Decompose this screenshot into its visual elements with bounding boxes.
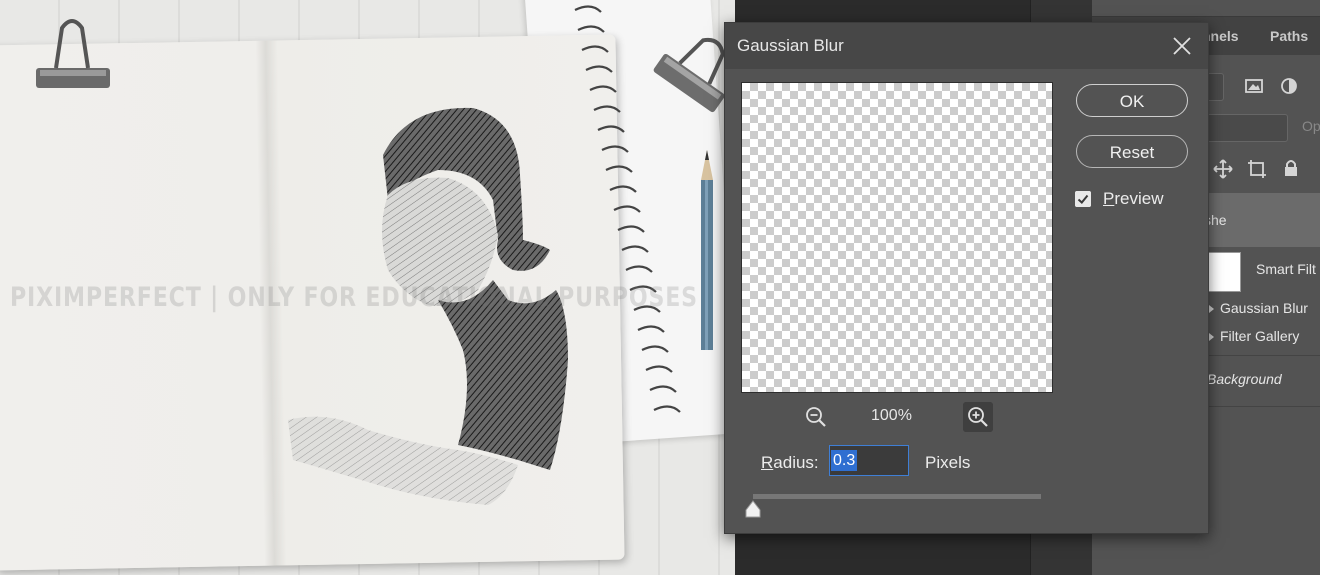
lock-position-icon[interactable] <box>1213 159 1233 179</box>
smart-filter-mask-thumbnail[interactable] <box>1204 252 1241 292</box>
close-icon[interactable] <box>1169 33 1195 59</box>
dialog-title: Gaussian Blur <box>737 36 844 55</box>
radius-value[interactable]: 0.3 <box>833 452 855 470</box>
image-filter-icon[interactable] <box>1244 76 1264 96</box>
filter-item-gaussian-blur[interactable]: Gaussian Blur <box>1220 300 1308 316</box>
dialog-titlebar[interactable]: Gaussian Blur <box>725 23 1208 69</box>
gaussian-blur-dialog: Gaussian Blur OK Reset Preview 100% Radi… <box>724 22 1209 534</box>
radius-mnemonic: R <box>761 453 774 472</box>
radius-slider-track[interactable] <box>753 494 1041 499</box>
pencil <box>701 150 713 350</box>
watermark-text: PIXIMPERFECT | ONLY FOR EDUCATIONAL PURP… <box>10 282 698 313</box>
opacity-label: Op <box>1302 118 1320 134</box>
document-canvas[interactable]: PIXIMPERFECT | ONLY FOR EDUCATIONAL PURP… <box>0 0 735 575</box>
ok-button[interactable]: OK <box>1076 84 1188 117</box>
preview-label-rest: review <box>1114 189 1164 208</box>
tab-paths[interactable]: Paths <box>1270 17 1308 55</box>
zoom-out-icon[interactable] <box>803 404 829 430</box>
lock-artboard-icon[interactable] <box>1247 159 1267 179</box>
radius-label-rest: adius: <box>773 453 819 472</box>
radius-unit-label: Pixels <box>925 453 971 472</box>
smart-filters-label[interactable]: Smart Filt <box>1256 261 1316 277</box>
zoom-in-icon[interactable] <box>963 402 993 432</box>
preview-mnemonic: P <box>1103 189 1115 208</box>
preview-checkbox-label[interactable]: Preview <box>1103 189 1163 209</box>
checkmark-icon[interactable] <box>1075 191 1091 207</box>
filter-options-triangle-icon[interactable] <box>1209 333 1214 341</box>
lock-all-icon[interactable] <box>1281 158 1301 178</box>
filter-options-triangle-icon[interactable] <box>1209 305 1214 313</box>
binder-clip-left <box>36 19 110 88</box>
filter-item-filter-gallery[interactable]: Filter Gallery <box>1220 328 1299 344</box>
zoom-level: 100% <box>871 407 912 424</box>
binder-clip-right <box>653 37 725 113</box>
reset-button[interactable]: Reset <box>1076 135 1188 168</box>
filter-preview-area[interactable] <box>741 82 1053 393</box>
radius-label: Radius: <box>761 453 819 473</box>
layer-name-background[interactable]: Background <box>1207 371 1282 387</box>
slider-thumb-icon[interactable] <box>744 500 762 518</box>
adjustment-filter-icon[interactable] <box>1279 76 1299 96</box>
